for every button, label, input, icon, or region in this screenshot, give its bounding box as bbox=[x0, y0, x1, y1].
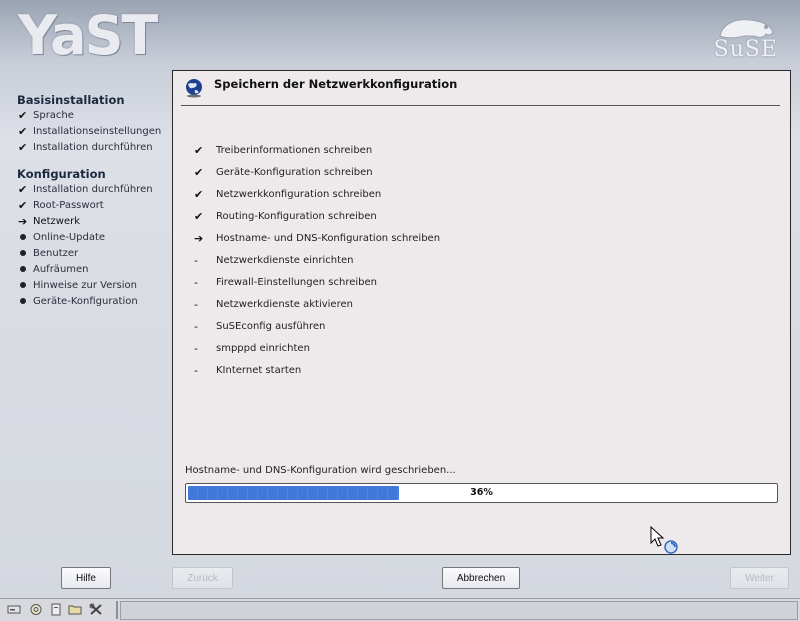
network-globe-icon bbox=[186, 79, 202, 98]
document-icon[interactable] bbox=[49, 603, 63, 616]
bullet-icon bbox=[20, 250, 26, 256]
sidebar-step-cleanup: Aufräumen bbox=[18, 262, 89, 276]
tools-icon[interactable] bbox=[89, 603, 103, 616]
task-item-current: ➔ Hostname- und DNS-Konfiguration schreib… bbox=[194, 231, 441, 245]
arrow-right-icon: ➔ bbox=[194, 231, 204, 245]
sidebar-step-online-update: Online-Update bbox=[18, 230, 105, 244]
task-item: - SuSEconfig ausführen bbox=[194, 319, 326, 333]
sidebar-step-root-password: ✔ Root-Passwort bbox=[18, 198, 104, 212]
main-panel: Speichern der Netzwerkkonfiguration ✔ Tre… bbox=[172, 70, 791, 555]
dash-icon: - bbox=[194, 275, 198, 289]
task-item: ✔ Geräte-Konfiguration schreiben bbox=[194, 165, 373, 179]
task-item: - smpppd einrichten bbox=[194, 341, 310, 355]
checkmark-icon: ✔ bbox=[18, 182, 28, 196]
status-text: Hostname- und DNS-Konfiguration wird ges… bbox=[185, 465, 456, 476]
suse-wordmark: SuSE bbox=[713, 37, 778, 62]
checkmark-icon: ✔ bbox=[194, 209, 204, 223]
task-item: - KInternet starten bbox=[194, 363, 302, 377]
dash-icon: - bbox=[194, 341, 198, 355]
taskbar bbox=[0, 598, 800, 621]
sidebar-step-language: ✔ Sprache bbox=[18, 108, 74, 122]
sidebar-step-network: ➔ Netzwerk bbox=[18, 214, 81, 228]
taskbar-task-area[interactable] bbox=[120, 601, 798, 620]
task-item: - Netzwerkdienste einrichten bbox=[194, 253, 354, 267]
sidebar-step-install-settings: ✔ Installationseinstellungen bbox=[18, 124, 162, 138]
page-title: Speichern der Netzwerkkonfiguration bbox=[214, 77, 458, 91]
sidebar-section-title: Basisinstallation bbox=[17, 93, 125, 107]
task-item: - Firewall-Einstellungen schreiben bbox=[194, 275, 377, 289]
checkmark-icon: ✔ bbox=[18, 198, 28, 212]
abort-button[interactable]: Abbrechen bbox=[442, 567, 520, 589]
bullet-icon bbox=[20, 266, 26, 272]
checkmark-icon: ✔ bbox=[18, 140, 28, 154]
dash-icon: - bbox=[194, 363, 198, 377]
task-item: ✔ Routing-Konfiguration schreiben bbox=[194, 209, 377, 223]
checkmark-icon: ✔ bbox=[18, 124, 28, 138]
task-item: ✔ Netzwerkkonfiguration schreiben bbox=[194, 187, 382, 201]
back-button[interactable]: Zurück bbox=[172, 567, 233, 589]
dash-icon: - bbox=[194, 319, 198, 333]
sidebar-section-title: Konfiguration bbox=[17, 167, 106, 181]
sidebar-step-hardware-config: Geräte-Konfiguration bbox=[18, 294, 138, 308]
sidebar-step-perform-install: ✔ Installation durchführen bbox=[18, 140, 153, 154]
progress-label: 36% bbox=[470, 487, 493, 498]
help-button[interactable]: Hilfe bbox=[61, 567, 111, 589]
task-item: ✔ Treiberinformationen schreiben bbox=[194, 143, 373, 157]
progress-bar: 36% bbox=[185, 483, 778, 503]
checkmark-icon: ✔ bbox=[194, 187, 204, 201]
bullet-icon bbox=[20, 298, 26, 304]
bullet-icon bbox=[20, 234, 26, 240]
sidebar-step-release-notes: Hinweise zur Version bbox=[18, 278, 137, 292]
sidebar-step-perform-install-2: ✔ Installation durchführen bbox=[18, 182, 153, 196]
task-item: - Netzwerkdienste aktivieren bbox=[194, 297, 353, 311]
suse-logo: SuSE bbox=[702, 14, 778, 62]
lifesaver-icon[interactable] bbox=[29, 603, 43, 616]
taskbar-separator bbox=[116, 601, 118, 619]
folder-icon[interactable] bbox=[68, 603, 82, 616]
checkmark-icon: ✔ bbox=[18, 108, 28, 122]
checkmark-icon: ✔ bbox=[194, 165, 204, 179]
drive-icon[interactable] bbox=[7, 603, 21, 616]
busy-cursor-icon bbox=[650, 526, 678, 554]
next-button[interactable]: Weiter bbox=[730, 567, 789, 589]
dash-icon: - bbox=[194, 297, 198, 311]
arrow-right-icon: ➔ bbox=[18, 214, 28, 228]
yast-logo: YaST bbox=[18, 4, 158, 67]
checkmark-icon: ✔ bbox=[194, 143, 204, 157]
sidebar-step-users: Benutzer bbox=[18, 246, 78, 260]
bullet-icon bbox=[20, 282, 26, 288]
dash-icon: - bbox=[194, 253, 198, 267]
title-divider bbox=[181, 105, 780, 106]
